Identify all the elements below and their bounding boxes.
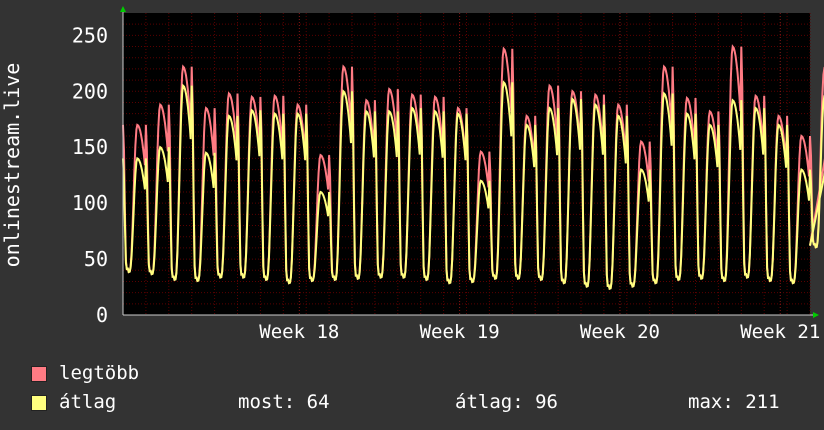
y-tick-label: 0 xyxy=(96,303,108,327)
x-tick-label: Week 18 xyxy=(259,321,339,343)
legend-row-atlag: átlag most: 64 átlag: 96 max: 211 xyxy=(31,392,824,412)
stat-max: max: 211 xyxy=(688,391,780,413)
legend-label-atlag: átlag xyxy=(59,391,117,413)
x-axis-ticks: Week 18 Week 19 Week 20 Week 21 xyxy=(259,321,820,343)
x-tick-label: Week 21 xyxy=(740,321,820,343)
stat-atlag: átlag: 96 xyxy=(455,391,558,413)
y-axis-ticks: 0 50 100 150 200 250 xyxy=(72,23,108,327)
y-tick-label: 250 xyxy=(72,23,108,47)
stat-most: most: 64 xyxy=(238,391,330,413)
x-tick-label: Week 19 xyxy=(420,321,500,343)
y-tick-label: 150 xyxy=(72,135,108,159)
legend-label-legtobb: legtöbb xyxy=(59,362,140,384)
x-axis-arrow-icon xyxy=(813,312,819,318)
y-axis-arrow-icon xyxy=(120,6,126,12)
legend-swatch-legtobb xyxy=(31,366,47,382)
y-tick-label: 50 xyxy=(84,247,108,271)
x-tick-label: Week 20 xyxy=(580,321,660,343)
legend-swatch-atlag xyxy=(31,395,47,411)
y-tick-label: 100 xyxy=(72,191,108,215)
chart: 050100150200250 Week 18 Week 19 Week 20 Wee… xyxy=(0,6,824,343)
y-axis-label: onlinestream.live xyxy=(0,63,24,268)
y-tick-label: 200 xyxy=(72,79,108,103)
